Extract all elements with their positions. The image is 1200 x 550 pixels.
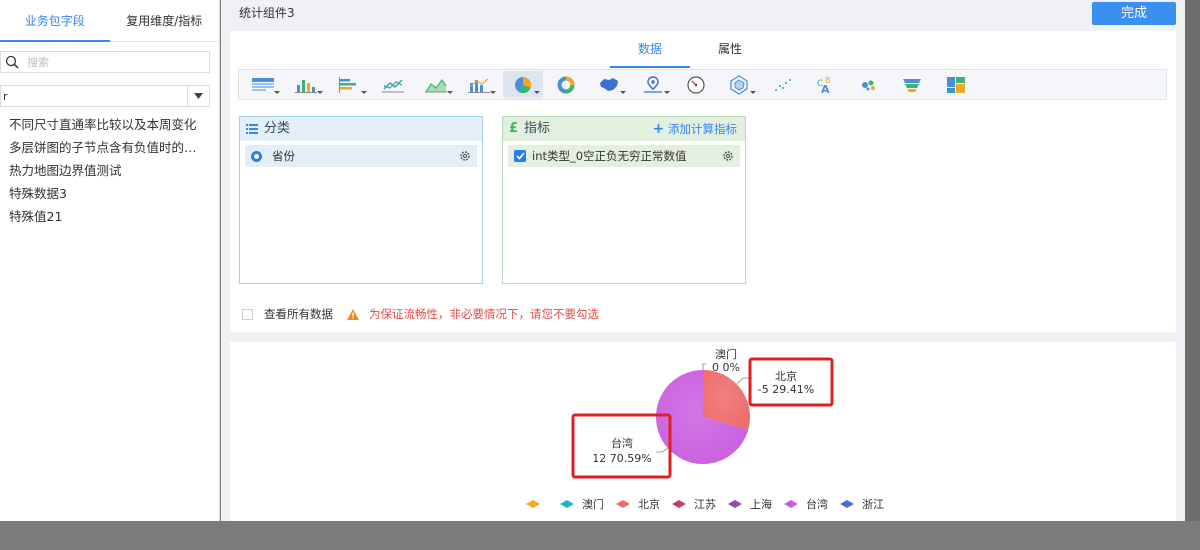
field-panel: 业务包字段 复用维度/指标 搜索 r 不同尺寸直通率比较以及本周变化 多层饼图的… xyxy=(0,0,220,521)
data-label-name: 澳门 xyxy=(715,347,737,361)
tab-business-package-fields[interactable]: 业务包字段 xyxy=(0,0,110,42)
treemap-icon[interactable] xyxy=(936,71,976,98)
legend-marker[interactable] xyxy=(560,500,574,508)
data-label-value: 0 0% xyxy=(712,361,740,374)
legend-label[interactable]: 浙江 xyxy=(862,498,884,511)
legend-marker[interactable] xyxy=(728,500,742,508)
legend-label[interactable]: 上海 xyxy=(750,497,772,511)
component-editor: 统计组件3 完成 数据 属性 C B A 分类 省份 £ 指标 + 添加计算指标… xyxy=(221,0,1185,521)
word-cloud-icon[interactable]: CBA xyxy=(806,71,846,98)
pie-chart-icon[interactable] xyxy=(502,71,543,98)
legend-marker[interactable] xyxy=(526,500,540,508)
data-label-name: 北京 xyxy=(775,369,797,383)
point-map-icon[interactable] xyxy=(633,71,673,98)
tab-data[interactable]: 数据 xyxy=(610,31,690,68)
pie-chart: 澳门0 0%北京-5 29.41%台湾12 70.59%澳门 北京 江苏 上海 台湾 浙江 xyxy=(526,347,884,511)
view-all-label: 查看所有数据 xyxy=(264,307,333,321)
done-button[interactable]: 完成 xyxy=(1092,2,1176,25)
dimension-radio-icon xyxy=(251,150,262,162)
search-input[interactable]: 搜索 xyxy=(0,51,210,73)
list-item[interactable]: 特殊值21 xyxy=(9,207,204,230)
package-select-value: r xyxy=(3,89,8,103)
plus-icon: + xyxy=(652,121,665,137)
table-icon[interactable] xyxy=(243,71,283,98)
chevron-down-icon[interactable] xyxy=(187,86,209,106)
scatter-icon[interactable] xyxy=(763,71,803,98)
category-field-label: 省份 xyxy=(272,149,295,163)
background-footer xyxy=(0,521,1200,550)
tab-properties[interactable]: 属性 xyxy=(690,31,770,68)
map-icon[interactable] xyxy=(589,71,629,98)
warning-text: 为保证流畅性，非必要情况下，请您不要勾选 xyxy=(369,307,599,321)
data-label-value: -5 29.41% xyxy=(758,383,814,396)
config-panel: 数据 属性 C B A 分类 省份 £ 指标 + 添加计算指标 int类型_0空… xyxy=(230,31,1176,332)
legend-label[interactable]: 北京 xyxy=(638,497,660,511)
legend-marker[interactable] xyxy=(672,500,686,508)
legend-marker[interactable] xyxy=(840,500,854,508)
category-field[interactable]: 省份 xyxy=(245,145,477,167)
gauge-icon[interactable] xyxy=(676,71,716,98)
indicator-drop-zone[interactable]: £ 指标 + 添加计算指标 int类型_0空正负无穷正常数值 xyxy=(502,116,746,284)
component-title: 统计组件3 xyxy=(239,6,295,20)
gear-icon[interactable] xyxy=(722,150,734,162)
indicator-header: £ 指标 + 添加计算指标 xyxy=(503,117,745,141)
add-calculated-indicator-label: 添加计算指标 xyxy=(668,122,737,136)
config-tabs: 数据 属性 xyxy=(610,31,770,68)
stacked-bar-icon[interactable] xyxy=(330,71,370,98)
add-calculated-indicator-button[interactable]: + 添加计算指标 xyxy=(653,117,737,141)
list-icon xyxy=(246,124,258,134)
search-icon xyxy=(5,55,19,69)
funnel-icon[interactable] xyxy=(892,71,932,98)
warning-icon xyxy=(347,308,359,320)
svg-text:A: A xyxy=(821,83,830,95)
chart-preview: 澳门 0 0% 北京 -5 29.41% 台湾 12 70.59% 澳门 北京 江苏 上海 台湾 浙江 xyxy=(230,342,1176,521)
indicator-title: 指标 xyxy=(524,121,551,136)
donut-chart-icon[interactable] xyxy=(546,71,586,98)
table-list: 不同尺寸直通率比较以及本周变化 多层饼图的子节点含有负值时的… 热力地图边界值测… xyxy=(9,115,204,230)
field-panel-tabs: 业务包字段 复用维度/指标 xyxy=(0,0,219,42)
list-item[interactable]: 多层饼图的子节点含有负值时的… xyxy=(9,138,204,161)
indicator-field-label: int类型_0空正负无穷正常数值 xyxy=(532,149,687,163)
leader-line xyxy=(702,363,706,370)
legend-marker[interactable] xyxy=(616,500,630,508)
legend-marker[interactable] xyxy=(784,500,798,508)
view-all-data-row: 查看所有数据 为保证流畅性，非必要情况下，请您不要勾选 xyxy=(242,306,599,322)
list-item[interactable]: 不同尺寸直通率比较以及本周变化 xyxy=(9,115,204,138)
view-all-checkbox[interactable] xyxy=(242,308,253,320)
measure-icon: £ xyxy=(509,121,519,136)
chart-type-toolbar: CBA xyxy=(238,69,1167,100)
bubble-icon[interactable] xyxy=(849,71,889,98)
category-drop-zone[interactable]: 分类 省份 xyxy=(239,116,483,284)
category-header: 分类 xyxy=(240,117,482,141)
checkbox-checked-icon[interactable] xyxy=(514,150,526,162)
data-label-name: 台湾 xyxy=(611,436,633,450)
category-title: 分类 xyxy=(264,121,291,136)
search-placeholder: 搜索 xyxy=(27,56,49,69)
area-chart-icon[interactable] xyxy=(416,71,456,98)
gear-icon[interactable] xyxy=(459,150,471,162)
legend-label[interactable]: 台湾 xyxy=(806,497,828,511)
bar-chart-icon[interactable] xyxy=(286,71,326,98)
background-strip xyxy=(1185,0,1200,550)
package-select[interactable]: r xyxy=(0,85,210,107)
list-item[interactable]: 特殊数据3 xyxy=(9,184,204,207)
radar-icon[interactable] xyxy=(719,71,759,98)
data-label-value: 12 70.59% xyxy=(592,452,651,465)
combo-chart-icon[interactable] xyxy=(459,71,499,98)
list-item[interactable]: 热力地图边界值测试 xyxy=(9,161,204,184)
line-chart-icon[interactable] xyxy=(373,71,413,98)
legend-label[interactable]: 江苏 xyxy=(694,498,716,511)
indicator-field[interactable]: int类型_0空正负无穷正常数值 xyxy=(508,145,740,167)
legend-label[interactable]: 澳门 xyxy=(582,497,604,511)
tab-reuse-dimensions[interactable]: 复用维度/指标 xyxy=(110,0,220,41)
